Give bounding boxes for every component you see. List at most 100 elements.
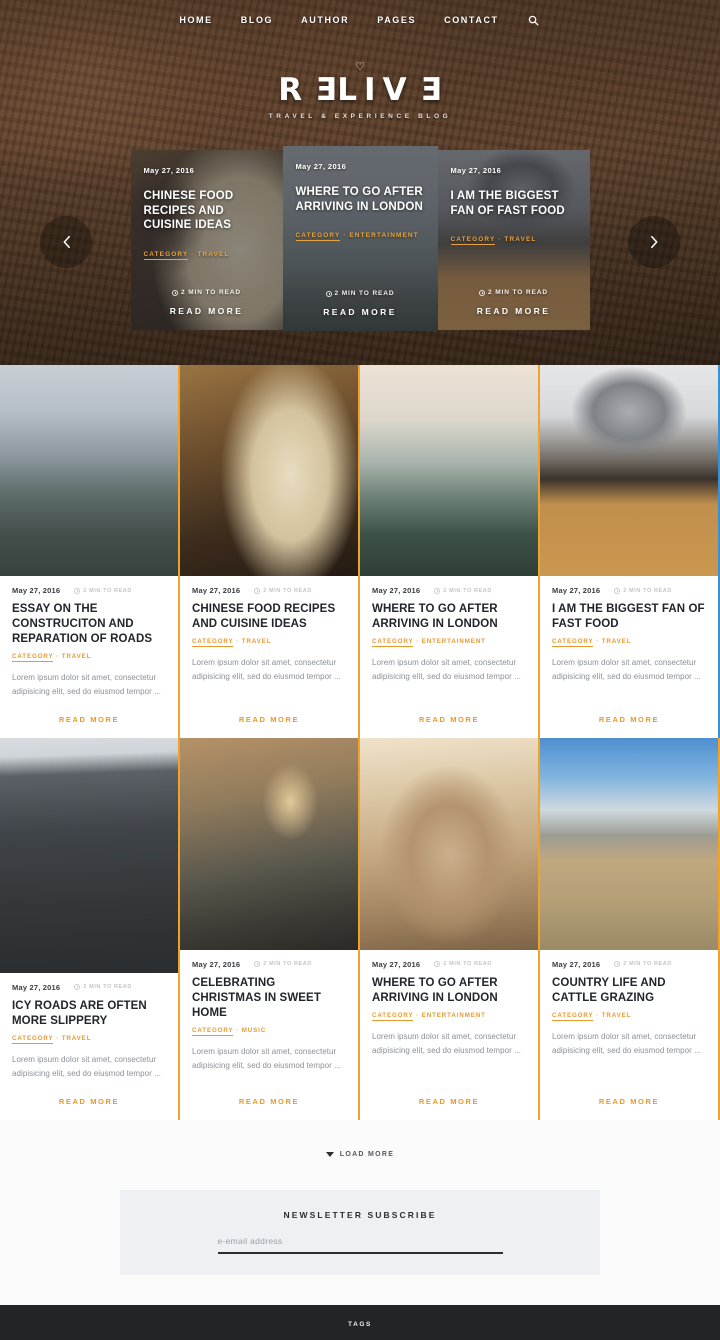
post-category-value: MUSIC bbox=[241, 1026, 267, 1034]
post-read-time: 2 MIN TO READ bbox=[614, 587, 672, 594]
post-read-more-button[interactable]: READ MORE bbox=[180, 699, 358, 738]
nav-item-pages[interactable]: PAGES bbox=[377, 15, 416, 25]
clock-icon bbox=[172, 289, 178, 296]
post-read-more-button[interactable]: READ MORE bbox=[0, 1081, 178, 1120]
site-branding: ♡ RELIVE TRAVEL & EXPERIENCE BLOG bbox=[0, 62, 720, 120]
slide-title[interactable]: I AM THE BIGGEST FAN OF FAST FOOD bbox=[451, 189, 577, 218]
load-more-button[interactable]: LOAD MORE bbox=[325, 1151, 394, 1158]
post-title[interactable]: WHERE TO GO AFTER ARRIVING IN LONDON bbox=[372, 602, 526, 632]
post-card[interactable]: May 27, 2016 2 MIN TO READ COUNTRY LIFE … bbox=[540, 737, 720, 1120]
post-image-building[interactable] bbox=[360, 737, 538, 950]
post-date: May 27, 2016 bbox=[12, 586, 61, 595]
post-image-valley[interactable] bbox=[360, 365, 538, 576]
post-category[interactable]: CATEGORY · TRAVEL bbox=[552, 1011, 706, 1021]
post-excerpt: Lorem ipsum dolor sit amet, consectetur … bbox=[192, 657, 341, 681]
post-card[interactable]: May 27, 2016 2 MIN TO READ WHERE TO GO A… bbox=[360, 737, 540, 1120]
slide-category-value: TRAVEL bbox=[197, 251, 230, 259]
post-category-value: ENTERTAINMENT bbox=[421, 1011, 486, 1019]
post-title[interactable]: CELEBRATING CHRISTMAS IN SWEET HOME bbox=[192, 976, 346, 1021]
post-category[interactable]: CATEGORY · TRAVEL bbox=[552, 637, 706, 647]
slide-item[interactable]: May 27, 2016 CHINESE FOOD RECIPES AND CU… bbox=[130, 150, 283, 330]
post-image-cyclist[interactable] bbox=[180, 737, 358, 950]
post-category-key: CATEGORY bbox=[552, 1011, 594, 1021]
post-card[interactable]: May 27, 2016 2 MIN TO READ ICY ROADS ARE… bbox=[0, 737, 180, 1120]
nav-item-contact[interactable]: CONTACT bbox=[444, 15, 499, 25]
post-meta: May 27, 2016 2 MIN TO READ bbox=[552, 960, 706, 969]
post-category-value: TRAVEL bbox=[601, 1011, 632, 1019]
post-title[interactable]: I AM THE BIGGEST FAN OF FAST FOOD bbox=[552, 602, 706, 632]
post-meta: May 27, 2016 2 MIN TO READ bbox=[372, 586, 526, 595]
post-card[interactable]: May 27, 2016 2 MIN TO READ I AM THE BIGG… bbox=[540, 365, 720, 738]
top-navigation: HOME BLOG AUTHOR PAGES CONTACT bbox=[0, 0, 720, 40]
post-read-time-label: 2 MIN TO READ bbox=[623, 961, 672, 968]
post-card[interactable]: May 27, 2016 2 MIN TO READ CHINESE FOOD … bbox=[180, 365, 360, 738]
post-title[interactable]: WHERE TO GO AFTER ARRIVING IN LONDON bbox=[372, 976, 526, 1006]
slide-title[interactable]: CHINESE FOOD RECIPES AND CUISINE IDEAS bbox=[144, 189, 270, 233]
chevron-down-icon bbox=[325, 1152, 334, 1158]
newsletter-title: NEWSLETTER SUBSCRIBE bbox=[283, 1210, 437, 1221]
post-image-cattle[interactable] bbox=[540, 737, 718, 950]
slide-category[interactable]: CATEGORY · TRAVEL bbox=[143, 251, 270, 261]
post-read-time-label: 2 MIN TO READ bbox=[263, 587, 312, 594]
post-category-value: TRAVEL bbox=[241, 637, 272, 645]
search-icon[interactable] bbox=[527, 13, 541, 27]
slide-read-more-button[interactable]: READ MORE bbox=[296, 307, 425, 331]
slide-item[interactable]: May 27, 2016 I AM THE BIGGEST FAN OF FAS… bbox=[437, 150, 590, 330]
post-read-time: 2 MIN TO READ bbox=[434, 587, 492, 594]
post-category[interactable]: CATEGORY · ENTERTAINMENT bbox=[372, 1011, 526, 1021]
post-read-more-button[interactable]: READ MORE bbox=[360, 1081, 538, 1120]
newsletter-email-input[interactable] bbox=[217, 1236, 503, 1255]
slide-read-more-button[interactable]: READ MORE bbox=[451, 306, 577, 330]
post-card[interactable]: May 27, 2016 2 MIN TO READ ESSAY ON THE … bbox=[0, 365, 180, 738]
post-image-hoodie[interactable] bbox=[540, 365, 718, 576]
clock-icon bbox=[254, 961, 261, 968]
featured-slider[interactable]: May 27, 2016 CHINESE FOOD RECIPES AND CU… bbox=[0, 146, 720, 331]
post-date: May 27, 2016 bbox=[552, 959, 601, 969]
post-category[interactable]: CATEGORY · TRAVEL bbox=[192, 637, 346, 647]
slide-item[interactable]: May 27, 2016 WHERE TO GO AFTER ARRIVING … bbox=[282, 146, 438, 331]
slide-read-time: 2 MIN TO READ bbox=[144, 289, 270, 306]
slide-category[interactable]: CATEGORY · TRAVEL bbox=[450, 236, 577, 246]
post-read-time: 2 MIN TO READ bbox=[254, 587, 312, 594]
slide-date: May 27, 2016 bbox=[295, 162, 347, 171]
post-excerpt: Lorem ipsum dolor sit amet, consectetur … bbox=[372, 1031, 521, 1055]
post-category[interactable]: CATEGORY · MUSIC bbox=[192, 1026, 346, 1036]
post-excerpt: Lorem ipsum dolor sit amet, consectetur … bbox=[192, 1046, 341, 1070]
slide-category[interactable]: CATEGORY · ENTERTAINMENT bbox=[295, 232, 425, 242]
nav-item-home[interactable]: HOME bbox=[179, 15, 212, 25]
post-read-time: 2 MIN TO READ bbox=[74, 587, 132, 594]
slider-prev-button[interactable] bbox=[40, 216, 92, 268]
post-image-road[interactable] bbox=[0, 737, 178, 973]
post-category[interactable]: CATEGORY · TRAVEL bbox=[12, 1034, 166, 1044]
nav-item-blog[interactable]: BLOG bbox=[241, 15, 273, 25]
post-read-time-label: 2 MIN TO READ bbox=[83, 984, 132, 991]
tags-title: TAGS bbox=[348, 1320, 372, 1328]
post-title[interactable]: CHINESE FOOD RECIPES AND CUISINE IDEAS bbox=[192, 602, 346, 632]
post-read-more-button[interactable]: READ MORE bbox=[540, 699, 718, 738]
post-category-key: CATEGORY bbox=[12, 1034, 54, 1044]
post-category[interactable]: CATEGORY · ENTERTAINMENT bbox=[372, 637, 526, 647]
post-read-more-button[interactable]: READ MORE bbox=[0, 699, 178, 738]
post-category[interactable]: CATEGORY · TRAVEL bbox=[12, 652, 166, 662]
post-image-mountains[interactable] bbox=[0, 365, 178, 576]
post-excerpt: Lorem ipsum dolor sit amet, consectetur … bbox=[372, 657, 521, 681]
post-read-more-button[interactable]: READ MORE bbox=[360, 699, 538, 738]
slide-read-time-label: 2 MIN TO READ bbox=[334, 290, 395, 297]
slider-next-button[interactable] bbox=[628, 216, 680, 268]
post-read-more-button[interactable]: READ MORE bbox=[180, 1081, 358, 1120]
post-read-more-button[interactable]: READ MORE bbox=[540, 1081, 718, 1120]
post-image-lanterns[interactable] bbox=[180, 365, 358, 576]
post-title[interactable]: COUNTRY LIFE AND CATTLE GRAZING bbox=[552, 976, 706, 1006]
clock-icon bbox=[434, 587, 441, 594]
post-meta: May 27, 2016 2 MIN TO READ bbox=[12, 983, 166, 992]
slide-title[interactable]: WHERE TO GO AFTER ARRIVING IN LONDON bbox=[296, 185, 425, 214]
post-card[interactable]: May 27, 2016 2 MIN TO READ CELEBRATING C… bbox=[180, 737, 360, 1120]
nav-item-author[interactable]: AUTHOR bbox=[301, 15, 349, 25]
post-category-value: TRAVEL bbox=[61, 1034, 92, 1042]
site-logo[interactable]: RELIVE bbox=[0, 72, 720, 108]
post-card[interactable]: May 27, 2016 2 MIN TO READ WHERE TO GO A… bbox=[360, 365, 540, 738]
slide-read-time: 2 MIN TO READ bbox=[296, 290, 425, 307]
post-title[interactable]: ESSAY ON THE CONSTRUCITON AND REPARATION… bbox=[12, 602, 166, 647]
slide-read-more-button[interactable]: READ MORE bbox=[144, 306, 270, 330]
post-title[interactable]: ICY ROADS ARE OFTEN MORE SLIPPERY bbox=[12, 999, 166, 1029]
